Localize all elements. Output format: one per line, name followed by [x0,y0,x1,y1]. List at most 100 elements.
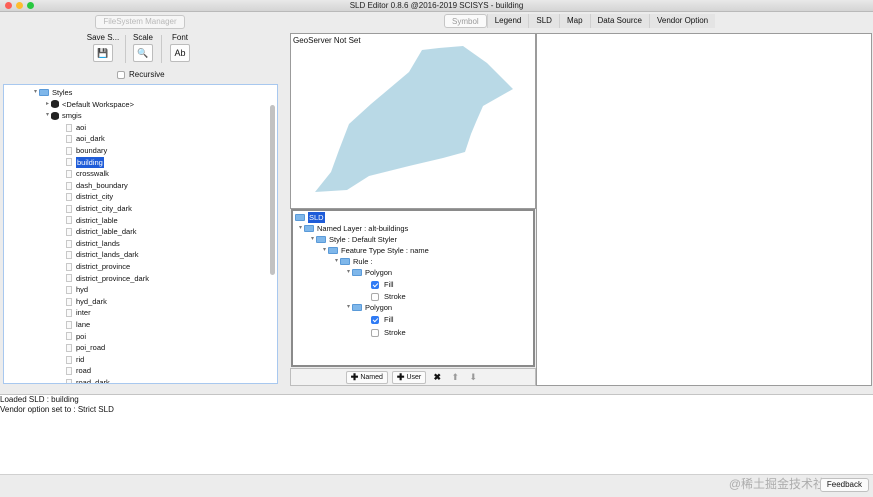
style-item[interactable]: road_dark [66,377,110,383]
style-item[interactable]: hyd [66,284,88,296]
font-icon[interactable]: Ab [170,44,190,62]
folder-icon [352,304,362,311]
sld-feature-type-style[interactable]: ▾ Feature Type Style : name [321,245,429,256]
style-item[interactable]: inter [66,307,91,319]
style-item[interactable]: road [66,365,91,377]
style-item[interactable]: dash_boundary [66,180,128,192]
style-item[interactable]: district_province_dark [66,273,149,285]
filesystem-manager-button[interactable]: FileSystem Manager [95,15,185,29]
style-item[interactable]: boundary [66,145,107,157]
recursive-option[interactable]: Recursive [117,70,165,79]
style-item-label: district_province [76,262,131,271]
style-item[interactable]: aoi [66,122,86,134]
tab-legend[interactable]: Legend [486,14,529,28]
add-user-layer-button[interactable]: ✚ User [391,370,427,384]
tree-workspace-default[interactable]: ▸ <Default Workspace> [44,99,134,111]
style-item-label: lane [76,320,91,329]
style-item[interactable]: district_lable [66,215,118,227]
expand-icon[interactable]: ▾ [345,267,352,278]
close-window-icon[interactable] [5,2,12,9]
file-icon [66,169,72,178]
tree-workspace-smgis[interactable]: ▾ smgis [44,110,82,122]
tree-label: smgis [62,111,82,121]
style-tree[interactable]: ▾ Styles ▸ <Default Workspace> ▾ smgis a… [3,84,278,384]
output-log: Loaded SLD : building Vendor option set … [0,394,873,474]
minimize-window-icon[interactable] [16,2,23,9]
feedback-button[interactable]: Feedback [819,478,869,492]
expand-icon[interactable]: ▾ [333,256,340,267]
sld-fill-2[interactable]: Fill [371,314,394,325]
tree-label: Rule : [353,257,373,266]
delete-icon[interactable]: ✖ [430,371,444,384]
tree-label: Polygon [365,268,393,277]
tab-symbol[interactable]: Symbol [444,14,487,28]
style-item[interactable]: hyd_dark [66,296,107,308]
style-item[interactable]: aoi_dark [66,133,105,145]
sld-stroke-2[interactable]: Stroke [371,327,406,338]
tree-root-styles[interactable]: ▾ Styles [32,87,72,99]
style-item[interactable]: district_lable_dark [66,226,136,238]
tab-sld[interactable]: SLD [528,14,559,28]
style-item[interactable]: building [66,156,104,169]
style-item[interactable]: district_city_dark [66,203,132,215]
tab-map[interactable]: Map [558,14,590,28]
database-icon [51,100,59,109]
maximize-window-icon[interactable] [27,2,34,9]
save-style-tool[interactable]: Save S... 💾 [83,33,123,62]
floppy-icon[interactable]: 💾 [93,44,113,62]
tree-label: <Default Workspace> [62,99,134,109]
style-item[interactable]: district_city [66,191,113,203]
style-item-label: district_city_dark [76,204,132,213]
fill-checkbox[interactable] [371,315,379,324]
folder-icon [295,214,305,221]
style-item[interactable]: lane [66,319,90,331]
sld-tree[interactable]: SLD ▾ Named Layer : alt-buildings ▾ Styl… [291,209,535,367]
tree-label: Stroke [384,292,406,301]
expand-icon[interactable]: ▾ [44,110,51,122]
style-item-label: poi_road [76,343,106,353]
style-item[interactable]: district_lands_dark [66,249,139,261]
sld-root[interactable]: SLD [295,212,325,223]
folder-icon [352,269,362,276]
move-up-icon[interactable]: ⬆ [448,371,462,384]
search-icon[interactable]: 🔍 [133,44,153,62]
tree-label: Feature Type Style : name [341,246,429,255]
move-down-icon[interactable]: ⬇ [466,371,480,384]
tab-data-source[interactable]: Data Source [589,14,649,28]
stroke-checkbox[interactable] [371,328,379,337]
tree-label: Fill [384,315,394,324]
stroke-checkbox[interactable] [371,292,379,301]
style-item[interactable]: rid [66,354,84,366]
file-icon [66,355,72,364]
expand-icon[interactable]: ▾ [321,245,328,256]
sld-polygon-2[interactable]: ▾ Polygon [345,302,392,313]
expand-icon[interactable]: ▾ [309,234,316,245]
file-icon [66,285,72,294]
expand-icon[interactable]: ▾ [297,223,304,234]
style-item[interactable]: district_lands [66,238,120,250]
tab-vendor-option[interactable]: Vendor Option [648,14,716,28]
add-named-layer-button[interactable]: ✚ Named [345,370,388,384]
sld-style[interactable]: ▾ Style : Default Styler [309,234,397,245]
sld-named-layer[interactable]: ▾ Named Layer : alt-buildings [297,223,408,234]
window-controls[interactable] [5,2,34,9]
scale-tool[interactable]: Scale 🔍 [128,33,158,62]
plus-icon: ✚ [350,371,359,382]
collapse-icon[interactable]: ▸ [44,99,51,111]
expand-icon[interactable]: ▾ [345,302,352,313]
style-item[interactable]: crosswalk [66,168,109,180]
font-tool[interactable]: Font Ab [164,33,196,62]
style-item[interactable]: poi [66,331,86,343]
tree-scrollbar[interactable] [270,105,275,275]
sld-rule[interactable]: ▾ Rule : [333,256,373,267]
expand-icon[interactable]: ▾ [32,87,39,99]
sld-stroke-1[interactable]: Stroke [371,291,406,302]
sld-polygon-1[interactable]: ▾ Polygon [345,267,392,278]
fill-checkbox[interactable] [371,280,379,289]
sld-fill-1[interactable]: Fill [371,279,394,290]
style-item[interactable]: district_province [66,261,130,273]
toolbar-separator [161,35,162,63]
style-item[interactable]: poi_road [66,342,105,354]
file-icon [66,181,72,190]
recursive-checkbox[interactable] [117,70,125,79]
